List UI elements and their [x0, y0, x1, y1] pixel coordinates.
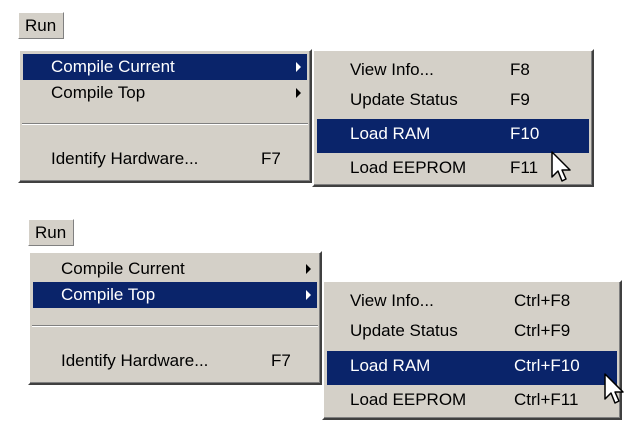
- run-menu: Compile Current Compile Top Identify Har…: [28, 251, 322, 385]
- menu-item-label: View Info...: [350, 291, 434, 310]
- menu-item-shortcut: Ctrl+F9: [514, 321, 571, 340]
- menu-item-view-info[interactable]: View Info... F8: [317, 54, 589, 85]
- menu-item-shortcut: F7: [261, 149, 281, 168]
- menu-item-identify-hardware[interactable]: Identify Hardware... F7: [33, 346, 317, 376]
- menu-item-label: Compile Top: [51, 83, 146, 102]
- submenu-arrow-icon: [306, 264, 311, 274]
- run-menu-button[interactable]: Run: [28, 219, 74, 246]
- menu-item-update-status[interactable]: Update Status F9: [317, 87, 589, 113]
- menu-separator: [22, 123, 308, 125]
- menu-item-compile-current[interactable]: Compile Current: [33, 256, 317, 282]
- menu-item-label: Compile Top: [61, 285, 156, 304]
- menu-item-shortcut: F8: [510, 60, 530, 79]
- menu-item-shortcut: Ctrl+F8: [514, 291, 571, 310]
- menu-item-load-eeprom[interactable]: Load EEPROM Ctrl+F11: [327, 387, 617, 413]
- menu-item-label: Identify Hardware...: [51, 149, 199, 168]
- menu-item-update-status[interactable]: Update Status Ctrl+F9: [327, 318, 617, 344]
- menu-item-label: Compile Current: [61, 259, 185, 278]
- menu-item-identify-hardware[interactable]: Identify Hardware... F7: [23, 144, 307, 174]
- menu-item-label: Load EEPROM: [350, 390, 467, 409]
- run-menu: Compile Current Compile Top Identify Har…: [18, 49, 312, 183]
- menu-item-compile-top[interactable]: Compile Top: [23, 80, 307, 106]
- menu-item-shortcut: F11: [510, 158, 539, 177]
- submenu-arrow-icon: [296, 62, 301, 72]
- menu-item-shortcut: F9: [510, 90, 530, 109]
- menu-item-label: Update Status: [350, 90, 458, 109]
- arrow-pointer-icon: [604, 373, 624, 404]
- submenu-arrow-icon: [306, 290, 311, 300]
- menu-item-compile-top[interactable]: Compile Top: [33, 282, 317, 308]
- arrow-pointer-icon: [551, 151, 571, 182]
- menu-item-shortcut: F10: [510, 124, 540, 143]
- run-menu-label: Run: [25, 16, 57, 35]
- menu-item-shortcut: Ctrl+F10: [514, 356, 580, 375]
- menu-item-label: Update Status: [350, 321, 458, 340]
- run-menu-label: Run: [35, 223, 67, 242]
- menu-item-label: Load RAM: [350, 356, 431, 375]
- menu-item-compile-current[interactable]: Compile Current: [23, 54, 307, 80]
- load-submenu: View Info... Ctrl+F8 Update Status Ctrl+…: [322, 280, 622, 420]
- menu-item-label: Identify Hardware...: [61, 351, 209, 370]
- run-menu-button[interactable]: Run: [18, 12, 64, 39]
- menu-item-load-ram[interactable]: Load RAM F10: [317, 119, 589, 153]
- menu-item-label: View Info...: [350, 60, 434, 79]
- menu-separator: [32, 325, 318, 327]
- menu-item-label: Load EEPROM: [350, 158, 467, 177]
- menu-item-load-eeprom[interactable]: Load EEPROM F11: [317, 155, 589, 181]
- menu-item-shortcut: Ctrl+F11: [514, 390, 579, 409]
- menu-item-label: Compile Current: [51, 57, 175, 76]
- menu-item-view-info[interactable]: View Info... Ctrl+F8: [327, 285, 617, 316]
- menu-item-label: Load RAM: [350, 124, 431, 143]
- menu-item-shortcut: F7: [271, 351, 291, 370]
- menu-item-load-ram[interactable]: Load RAM Ctrl+F10: [327, 351, 617, 385]
- submenu-arrow-icon: [296, 88, 301, 98]
